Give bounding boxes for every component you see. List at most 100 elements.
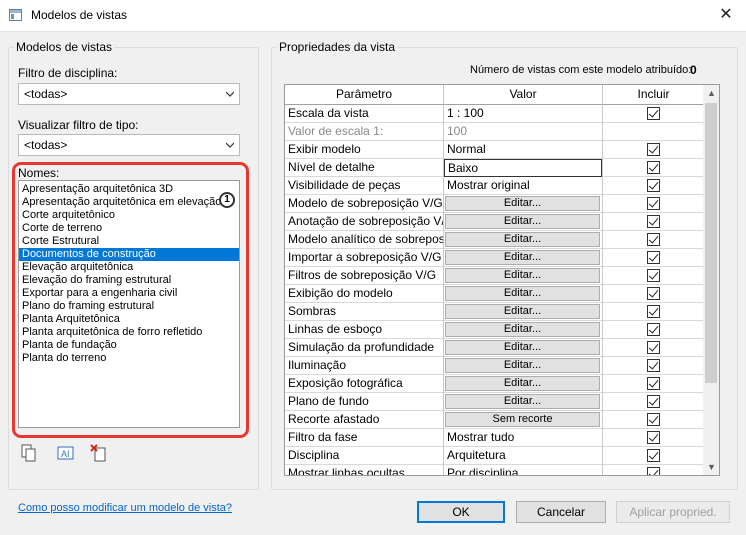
include-cell (603, 141, 705, 159)
edit-button[interactable]: Editar... (445, 340, 600, 355)
ok-button[interactable]: OK (417, 501, 505, 523)
list-item[interactable]: Planta do terreno (19, 352, 239, 365)
vertical-scrollbar[interactable]: ▲ ▼ (703, 85, 719, 475)
table-row: Exibição do modelo Editar... (285, 285, 705, 303)
parameter-cell: Modelo de sobreposição V/G (285, 195, 444, 213)
include-checkbox[interactable] (647, 323, 660, 336)
list-item[interactable]: Documentos de construção (19, 248, 239, 261)
parameter-cell: Filtro da fase (285, 429, 444, 447)
list-item[interactable]: Planta de fundação (19, 339, 239, 352)
cancel-button[interactable]: Cancelar (516, 501, 606, 523)
edit-button[interactable]: Editar... (445, 376, 600, 391)
edit-button[interactable]: Editar... (445, 304, 600, 319)
include-cell (603, 177, 705, 195)
template-names-list[interactable]: Apresentação arquitetônica 3D Apresentaçã… (18, 180, 240, 428)
table-row: Filtro da fase Mostrar tudo (285, 429, 705, 447)
include-checkbox[interactable] (647, 449, 660, 462)
include-cell (603, 231, 705, 249)
include-checkbox[interactable] (647, 341, 660, 354)
scroll-up-icon[interactable]: ▲ (707, 89, 716, 98)
edit-button[interactable]: Editar... (445, 286, 600, 301)
include-checkbox[interactable] (647, 269, 660, 282)
table-header: Parâmetro Valor Incluir (285, 85, 705, 105)
include-checkbox[interactable] (647, 161, 660, 174)
duplicate-icon[interactable] (20, 444, 38, 462)
value-cell: Baixo (444, 159, 603, 177)
table-row: Visibilidade de peças Mostrar original (285, 177, 705, 195)
value-cell[interactable]: Mostrar tudo (444, 429, 603, 447)
include-cell (603, 105, 705, 123)
include-checkbox[interactable] (647, 215, 660, 228)
scroll-down-icon[interactable]: ▼ (707, 463, 716, 472)
list-item[interactable]: Planta arquitetônica de forro refletido (19, 326, 239, 339)
value-dropdown[interactable]: Baixo (444, 159, 602, 177)
edit-button[interactable]: Editar... (445, 250, 600, 265)
value-cell[interactable]: Normal (444, 141, 603, 159)
list-item[interactable]: Plano do framing estrutural (19, 300, 239, 313)
value-cell[interactable]: Mostrar original (444, 177, 603, 195)
edit-button[interactable]: Editar... (445, 232, 600, 247)
parameter-cell: Nível de detalhe (285, 159, 444, 177)
include-checkbox[interactable] (647, 467, 660, 475)
include-checkbox[interactable] (647, 197, 660, 210)
value-cell[interactable]: Por disciplina (444, 465, 603, 475)
value-cell: 100 (444, 123, 603, 141)
rename-icon[interactable]: AI (57, 444, 75, 462)
parameter-cell: Visibilidade de peças (285, 177, 444, 195)
value-cell: Editar... (444, 231, 603, 249)
list-item[interactable]: Corte de terreno (19, 222, 239, 235)
discipline-filter-value: <todas> (24, 87, 68, 101)
parameter-cell: Iluminação (285, 357, 444, 375)
help-link[interactable]: Como posso modificar um modelo de vista? (18, 502, 232, 514)
type-filter-select[interactable]: <todas> (18, 134, 240, 156)
include-cell (603, 195, 705, 213)
include-cell (603, 411, 705, 429)
list-item[interactable]: Elevação do framing estrutural (19, 274, 239, 287)
include-cell (603, 465, 705, 475)
edit-button[interactable]: Editar... (445, 394, 600, 409)
include-checkbox[interactable] (647, 251, 660, 264)
properties-group-title: Propriedades da vista (277, 40, 398, 54)
table-body: Escala da vista 1 : 100 Valor de escala 1:… (285, 105, 705, 475)
delete-icon[interactable] (90, 444, 108, 462)
include-checkbox[interactable] (647, 413, 660, 426)
include-checkbox[interactable] (647, 395, 660, 408)
include-checkbox[interactable] (647, 377, 660, 390)
edit-button[interactable]: Sem recorte (445, 412, 600, 427)
list-item[interactable]: Apresentação arquitetônica 3D (19, 183, 239, 196)
edit-button[interactable]: Editar... (445, 214, 600, 229)
table-row: Anotação de sobreposição V/G Editar... (285, 213, 705, 231)
list-item[interactable]: Exportar para a engenharia civil (19, 287, 239, 300)
edit-button[interactable]: Editar... (445, 358, 600, 373)
include-checkbox[interactable] (647, 107, 660, 120)
include-checkbox[interactable] (647, 431, 660, 444)
scroll-thumb[interactable] (705, 103, 717, 383)
list-item[interactable]: Planta Arquitetônica (19, 313, 239, 326)
parameter-cell: Plano de fundo (285, 393, 444, 411)
value-cell[interactable]: 1 : 100 (444, 105, 603, 123)
edit-button[interactable]: Editar... (445, 268, 600, 283)
value-cell[interactable]: Arquitetura (444, 447, 603, 465)
include-cell (603, 393, 705, 411)
include-checkbox[interactable] (647, 143, 660, 156)
discipline-filter-select[interactable]: <todas> (18, 83, 240, 105)
close-icon[interactable]: ✕ (714, 4, 738, 26)
include-checkbox[interactable] (647, 233, 660, 246)
list-item[interactable]: Elevação arquitetônica (19, 261, 239, 274)
table-row: Recorte afastado Sem recorte (285, 411, 705, 429)
apply-properties-button[interactable]: Aplicar propried. (616, 501, 730, 523)
include-checkbox[interactable] (647, 305, 660, 318)
include-checkbox[interactable] (647, 359, 660, 372)
value-cell: Editar... (444, 213, 603, 231)
app-icon (9, 9, 22, 21)
list-item[interactable]: Corte Estrutural (19, 235, 239, 248)
value-cell: Editar... (444, 303, 603, 321)
list-item[interactable]: Corte arquitetônico (19, 209, 239, 222)
include-checkbox[interactable] (647, 179, 660, 192)
edit-button[interactable]: Editar... (445, 196, 600, 211)
parameter-cell: Modelo analítico de sobreposição (285, 231, 444, 249)
edit-button[interactable]: Editar... (445, 322, 600, 337)
include-checkbox[interactable] (647, 287, 660, 300)
list-item[interactable]: Apresentação arquitetônica em elevação (19, 196, 239, 209)
include-cell (603, 213, 705, 231)
